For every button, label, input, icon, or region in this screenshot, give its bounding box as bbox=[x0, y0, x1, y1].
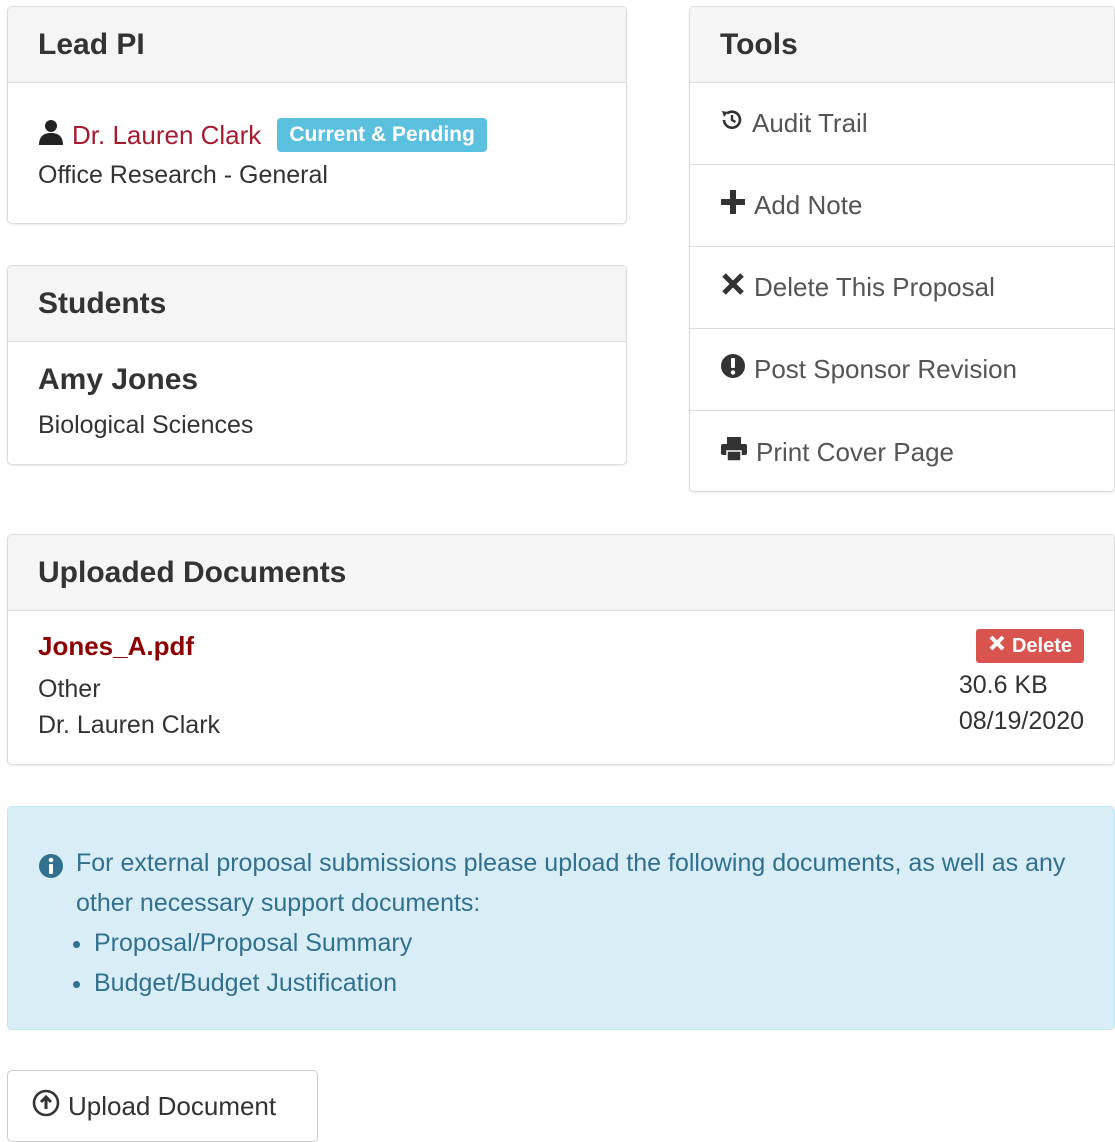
user-icon bbox=[38, 119, 64, 152]
arrow-circle-up-icon bbox=[32, 1089, 60, 1124]
info-alert: For external proposal submissions please… bbox=[7, 806, 1115, 1030]
students-panel: Students Amy Jones Biological Sciences bbox=[7, 265, 627, 465]
tools-panel: Tools Audit Trail Add Note Delete This P… bbox=[689, 6, 1115, 492]
required-documents-list: Proposal/Proposal Summary Budget/Budget … bbox=[38, 923, 1084, 1003]
uploaded-documents-heading: Uploaded Documents bbox=[8, 535, 1114, 611]
times-icon bbox=[720, 271, 746, 304]
students-heading: Students bbox=[8, 266, 626, 342]
add-note-button[interactable]: Add Note bbox=[690, 165, 1114, 247]
tool-label: Print Cover Page bbox=[756, 436, 954, 467]
uploaded-documents-panel: Uploaded Documents Jones_A.pdf Other Dr.… bbox=[7, 534, 1115, 765]
document-type: Other bbox=[38, 675, 101, 703]
document-uploader: Dr. Lauren Clark bbox=[38, 711, 221, 739]
info-circle-icon bbox=[38, 851, 64, 923]
alert-message: For external proposal submissions please… bbox=[76, 849, 1066, 917]
upload-document-button[interactable]: Upload Document bbox=[7, 1070, 318, 1142]
tool-label: Delete This Proposal bbox=[754, 272, 995, 302]
delete-document-button[interactable]: Delete bbox=[975, 629, 1084, 663]
lead-pi-department: Office Research - General bbox=[38, 161, 328, 189]
lead-pi-panel: Lead PI Dr. Lauren Clark Current & Pendi… bbox=[7, 6, 627, 224]
plus-icon bbox=[720, 189, 746, 222]
list-item: Jones_A.pdf Other Dr. Lauren Clark Delet… bbox=[8, 611, 1114, 764]
times-icon bbox=[988, 634, 1006, 658]
student-department: Biological Sciences bbox=[38, 411, 254, 439]
lead-pi-name-link[interactable]: Dr. Lauren Clark bbox=[72, 120, 261, 151]
history-icon bbox=[720, 108, 744, 139]
student-name: Amy Jones bbox=[38, 363, 199, 396]
list-item: Proposal/Proposal Summary bbox=[94, 923, 1084, 963]
document-size: 30.6 KB bbox=[958, 671, 1048, 699]
delete-proposal-button[interactable]: Delete This Proposal bbox=[690, 247, 1114, 329]
document-filename-link[interactable]: Jones_A.pdf bbox=[38, 631, 194, 661]
current-pending-badge[interactable]: Current & Pending bbox=[277, 118, 487, 152]
exclamation-circle-icon bbox=[720, 353, 746, 386]
tool-label: Audit Trail bbox=[752, 108, 868, 138]
list-item: Amy Jones Biological Sciences bbox=[8, 342, 626, 444]
print-cover-page-button[interactable]: Print Cover Page bbox=[690, 411, 1114, 491]
tool-label: Post Sponsor Revision bbox=[754, 354, 1018, 384]
lead-pi-heading: Lead PI bbox=[8, 7, 626, 83]
upload-document-label: Upload Document bbox=[68, 1090, 277, 1121]
print-icon bbox=[720, 436, 748, 469]
tool-label: Add Note bbox=[754, 190, 863, 220]
tools-heading: Tools bbox=[690, 7, 1114, 83]
delete-label: Delete bbox=[1011, 634, 1072, 657]
audit-trail-button[interactable]: Audit Trail bbox=[690, 83, 1114, 165]
document-date: 08/19/2020 bbox=[958, 707, 1084, 735]
post-sponsor-revision-button[interactable]: Post Sponsor Revision bbox=[690, 329, 1114, 411]
list-item: Budget/Budget Justification bbox=[94, 963, 1084, 1003]
